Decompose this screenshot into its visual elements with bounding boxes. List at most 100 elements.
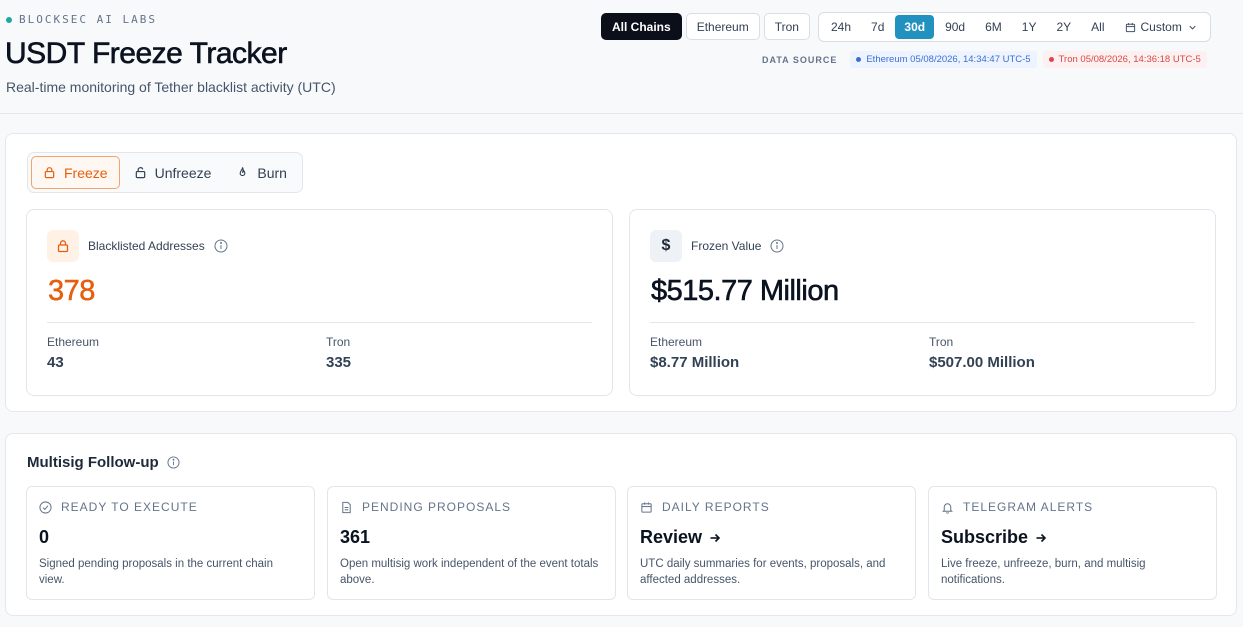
page-header: BLOCKSEC AI LABS USDT Freeze Tracker Rea… bbox=[0, 0, 1243, 114]
unlock-icon bbox=[135, 167, 145, 179]
frozen-tron-value: $507.00 Million bbox=[929, 354, 1035, 371]
divider bbox=[47, 322, 592, 323]
pending-proposals-value: 361 bbox=[340, 527, 371, 547]
data-source-label: DATA SOURCE bbox=[762, 54, 838, 65]
range-custom-button[interactable]: Custom bbox=[1116, 15, 1207, 39]
ready-to-execute-header: READY TO EXECUTE bbox=[39, 500, 198, 514]
bell-icon bbox=[942, 502, 953, 514]
chevron-down-icon bbox=[1189, 25, 1196, 30]
tab-unfreeze-label: Unfreeze bbox=[154, 164, 212, 181]
tab-freeze[interactable]: Freeze bbox=[31, 156, 120, 189]
pending-proposals-desc: Open multisig work independent of the ev… bbox=[340, 558, 599, 586]
blacklisted-header: Blacklisted Addresses bbox=[47, 230, 228, 262]
data-source: DATA SOURCE Ethereum 05/08/2026, 14:34:4… bbox=[762, 51, 1207, 68]
pending-proposals-label: PENDING PROPOSALS bbox=[362, 500, 512, 514]
blacklisted-addresses-card: Blacklisted Addresses 378 Ethereum 43 Tr… bbox=[26, 209, 613, 396]
brand-dot-icon bbox=[6, 16, 12, 23]
arrow-right-icon bbox=[1036, 533, 1047, 542]
pending-proposals-header: PENDING PROPOSALS bbox=[340, 500, 511, 514]
tab-burn-label: Burn bbox=[257, 164, 287, 181]
range-30d-button[interactable]: 30d bbox=[895, 15, 935, 39]
tron-source-badge: Tron 05/08/2026, 14:36:18 UTC-5 bbox=[1042, 51, 1207, 68]
calendar-icon bbox=[1125, 22, 1135, 32]
info-icon[interactable] bbox=[167, 456, 180, 469]
range-2y-button[interactable]: 2Y bbox=[1047, 15, 1080, 39]
daily-reports-label: DAILY REPORTS bbox=[662, 500, 770, 514]
lock-icon bbox=[47, 230, 79, 262]
divider bbox=[650, 322, 1195, 323]
tron-source-text: Tron 05/08/2026, 14:36:18 UTC-5 bbox=[1058, 54, 1201, 65]
blacklisted-ethereum-value: 43 bbox=[47, 354, 64, 371]
blacklisted-label: Blacklisted Addresses bbox=[88, 239, 205, 253]
time-range-filter: 24h 7d 30d 90d 6M 1Y 2Y All Custom bbox=[818, 12, 1211, 42]
frozen-tron: Tron $507.00 Million bbox=[929, 335, 1035, 371]
subscribe-link-text: Subscribe bbox=[941, 527, 1029, 547]
arrow-right-icon bbox=[710, 533, 721, 542]
ready-to-execute-card: READY TO EXECUTE 0 Signed pending propos… bbox=[26, 486, 315, 600]
page-subtitle: Real-time monitoring of Tether blacklist… bbox=[6, 79, 336, 95]
range-custom-label: Custom bbox=[1140, 20, 1182, 34]
range-7d-button[interactable]: 7d bbox=[862, 15, 893, 39]
brand: BLOCKSEC AI LABS bbox=[6, 13, 157, 26]
blacklisted-ethereum-label: Ethereum bbox=[47, 335, 100, 349]
multisig-title-text: Multisig Follow-up bbox=[27, 454, 159, 471]
ethereum-source-badge: Ethereum 05/08/2026, 14:34:47 UTC-5 bbox=[850, 51, 1037, 68]
frozen-label: Frozen Value bbox=[691, 239, 762, 253]
multisig-title: Multisig Follow-up bbox=[27, 454, 180, 471]
dollar-icon: $ bbox=[650, 230, 682, 262]
subscribe-link[interactable]: Subscribe bbox=[941, 527, 1048, 548]
tab-unfreeze[interactable]: Unfreeze bbox=[123, 156, 223, 189]
range-90d-button[interactable]: 90d bbox=[936, 15, 974, 39]
info-icon[interactable] bbox=[770, 239, 784, 253]
chain-filter: All Chains Ethereum Tron bbox=[601, 13, 810, 40]
ready-to-execute-label: READY TO EXECUTE bbox=[61, 500, 198, 514]
blacklisted-tron-label: Tron bbox=[326, 335, 351, 349]
lock-icon bbox=[44, 167, 55, 179]
frozen-ethereum: Ethereum $8.77 Million bbox=[650, 335, 739, 371]
review-link[interactable]: Review bbox=[640, 527, 722, 548]
blacklisted-ethereum: Ethereum 43 bbox=[47, 335, 99, 371]
telegram-alerts-card[interactable]: TELEGRAM ALERTS Subscribe Live freeze, u… bbox=[928, 486, 1217, 600]
daily-reports-desc: UTC daily summaries for events, proposal… bbox=[640, 558, 886, 586]
page-title: USDT Freeze Tracker bbox=[5, 37, 288, 71]
range-6m-button[interactable]: 6M bbox=[976, 15, 1011, 39]
ready-to-execute-value: 0 bbox=[39, 527, 50, 547]
event-type-tabs: Freeze Unfreeze Burn bbox=[27, 152, 303, 193]
tron-dot-icon bbox=[1048, 57, 1054, 62]
blacklisted-tron: Tron 335 bbox=[326, 335, 351, 371]
frozen-value-card: $ Frozen Value $515.77 Million Ethereum … bbox=[629, 209, 1216, 396]
multisig-panel: Multisig Follow-up READY TO EXECUTE 0 Si… bbox=[5, 433, 1237, 616]
blacklisted-total: 378 bbox=[48, 275, 96, 308]
daily-reports-header: DAILY REPORTS bbox=[640, 500, 770, 514]
tab-freeze-label: Freeze bbox=[64, 164, 108, 181]
event-summary-panel: Freeze Unfreeze Burn Blacklisted Address… bbox=[5, 133, 1237, 412]
ethereum-dot-icon bbox=[856, 57, 862, 62]
frozen-ethereum-value: $8.77 Million bbox=[650, 354, 740, 371]
range-1y-button[interactable]: 1Y bbox=[1013, 15, 1046, 39]
frozen-header: $ Frozen Value bbox=[650, 230, 784, 262]
chain-all-button[interactable]: All Chains bbox=[601, 13, 682, 40]
frozen-total: $515.77 Million bbox=[651, 275, 840, 308]
calendar-icon bbox=[641, 501, 652, 513]
daily-reports-card[interactable]: DAILY REPORTS Review UTC daily summaries… bbox=[627, 486, 916, 600]
blacklisted-tron-value: 335 bbox=[326, 354, 352, 371]
chain-tron-button[interactable]: Tron bbox=[763, 13, 810, 40]
ready-to-execute-desc: Signed pending proposals in the current … bbox=[39, 558, 273, 586]
range-24h-button[interactable]: 24h bbox=[822, 15, 860, 39]
pending-proposals-card: PENDING PROPOSALS 361 Open multisig work… bbox=[327, 486, 616, 600]
telegram-alerts-header: TELEGRAM ALERTS bbox=[941, 500, 1093, 514]
document-icon bbox=[342, 501, 351, 513]
frozen-tron-label: Tron bbox=[929, 335, 954, 349]
check-circle-icon bbox=[39, 500, 52, 514]
review-link-text: Review bbox=[640, 527, 703, 547]
telegram-alerts-label: TELEGRAM ALERTS bbox=[963, 500, 1094, 514]
flame-icon bbox=[240, 167, 246, 177]
range-all-button[interactable]: All bbox=[1082, 15, 1113, 39]
brand-name: BLOCKSEC AI LABS bbox=[19, 13, 157, 26]
ethereum-source-text: Ethereum 05/08/2026, 14:34:47 UTC-5 bbox=[866, 54, 1031, 65]
chain-ethereum-button[interactable]: Ethereum bbox=[685, 13, 760, 40]
tab-burn[interactable]: Burn bbox=[225, 156, 298, 189]
telegram-alerts-desc: Live freeze, unfreeze, burn, and multisi… bbox=[941, 558, 1146, 586]
info-icon[interactable] bbox=[214, 239, 228, 253]
frozen-ethereum-label: Ethereum bbox=[650, 335, 703, 349]
